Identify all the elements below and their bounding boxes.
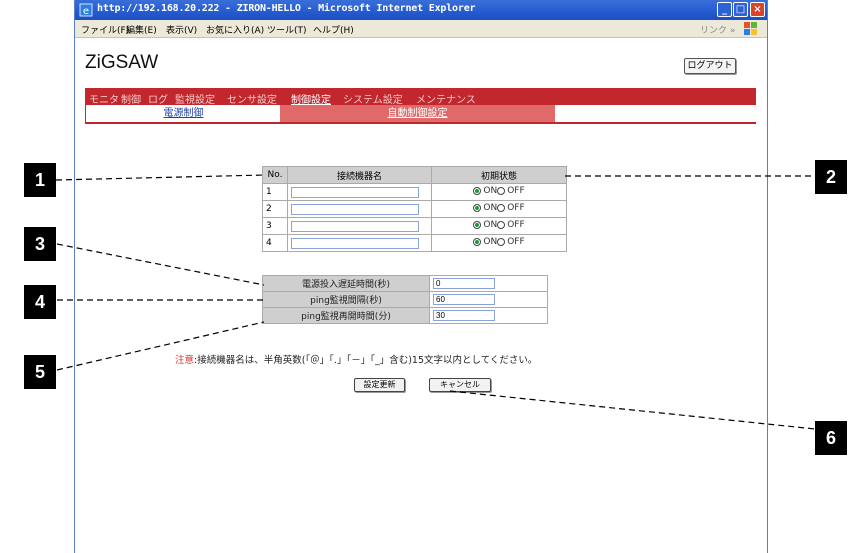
callout-leaders <box>55 174 816 430</box>
callout-1: 1 <box>24 163 56 197</box>
leader-line-5 <box>56 321 265 371</box>
leader-line-1 <box>55 174 266 181</box>
callout-4: 4 <box>24 285 56 319</box>
leader-line-6 <box>449 390 816 430</box>
callout-3: 3 <box>24 227 56 261</box>
callout-5: 5 <box>24 355 56 389</box>
leader-line-3 <box>56 243 265 286</box>
callout-6: 6 <box>815 421 847 455</box>
callout-2: 2 <box>815 160 847 194</box>
